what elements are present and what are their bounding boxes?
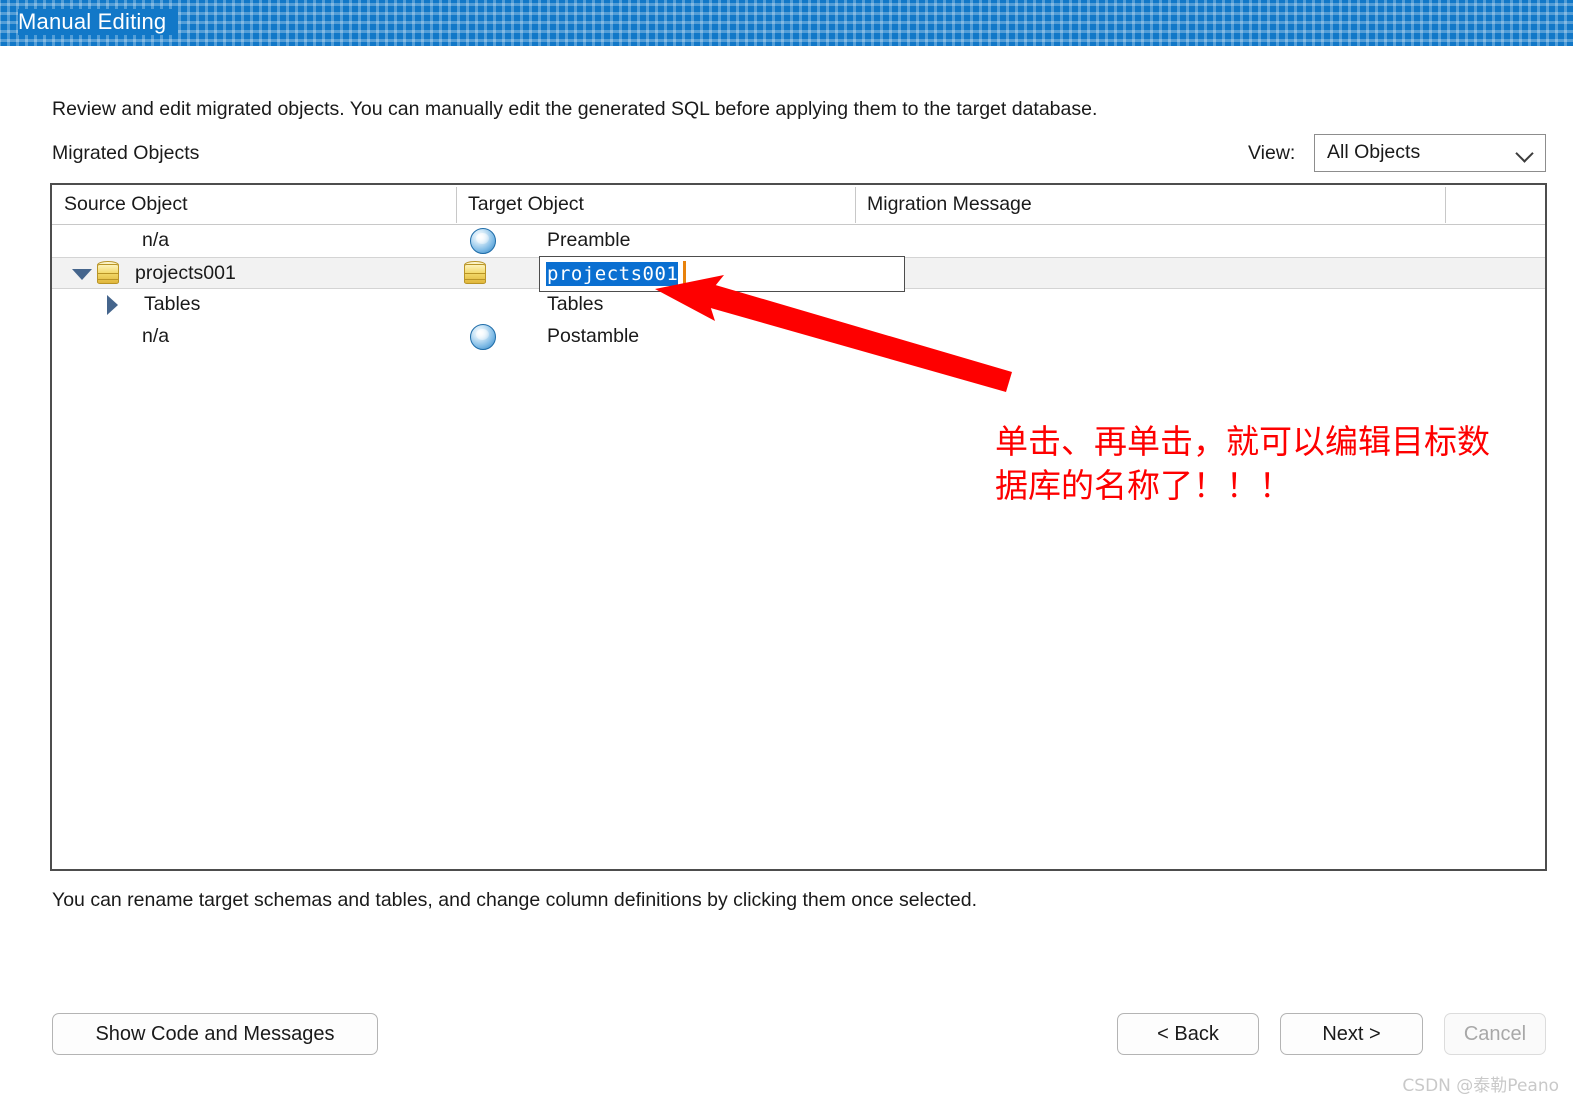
show-code-and-messages-button[interactable]: Show Code and Messages	[52, 1013, 378, 1055]
database-icon	[464, 261, 486, 287]
annotation-text-line2: 据库的名称了！！！	[995, 466, 1292, 505]
view-filter-value: All Objects	[1327, 141, 1421, 163]
column-divider-1[interactable]	[456, 187, 457, 223]
text-caret	[683, 261, 686, 287]
target-name-edit-value: projects001	[546, 262, 679, 286]
row-target-label: Postamble	[547, 325, 640, 347]
chevron-down-icon	[1517, 146, 1533, 162]
row-target-label: Preamble	[547, 229, 631, 251]
view-filter-select[interactable]: All Objects	[1314, 134, 1546, 172]
database-icon-band	[465, 279, 485, 280]
database-icon-barrel	[464, 264, 486, 284]
column-header-target-object[interactable]: Target Object	[468, 193, 584, 216]
view-filter-label: View:	[1248, 142, 1296, 164]
row-source-label: Tables	[144, 293, 201, 315]
database-icon-barrel	[97, 264, 119, 284]
target-name-edit-field[interactable]: projects001	[539, 256, 905, 292]
table-row[interactable]: projects001 projects001	[52, 256, 1545, 292]
chevron-down-icon[interactable]	[72, 269, 92, 280]
table-row[interactable]: n/a Postamble	[52, 321, 1545, 353]
sphere-icon	[470, 228, 496, 254]
window-title: Manual Editing	[18, 9, 179, 35]
row-source-label: n/a	[142, 325, 170, 347]
next-button[interactable]: Next >	[1280, 1013, 1423, 1055]
grid-rows: n/a Preamble projects001 projects001 Tab…	[52, 225, 1545, 869]
column-header-source-object[interactable]: Source Object	[64, 193, 188, 216]
database-icon	[97, 261, 119, 287]
table-row[interactable]: n/a Preamble	[52, 225, 1545, 257]
grid-header-row: Source Object Target Object Migration Me…	[52, 185, 1545, 225]
dialog-description: Review and edit migrated objects. You ca…	[52, 98, 1098, 120]
row-target-label: Tables	[547, 293, 604, 315]
column-divider-3[interactable]	[1445, 187, 1446, 223]
database-icon-band	[465, 273, 485, 274]
row-source-label: n/a	[142, 229, 170, 251]
column-divider-2[interactable]	[855, 187, 856, 223]
migrated-objects-grid[interactable]: Source Object Target Object Migration Me…	[50, 183, 1547, 871]
grid-hint-text: You can rename target schemas and tables…	[52, 889, 978, 911]
chevron-right-icon[interactable]	[107, 295, 118, 315]
annotation-text-line1: 单击、再单击，就可以编辑目标数	[995, 422, 1490, 461]
migrated-objects-label: Migrated Objects	[52, 142, 200, 164]
table-row[interactable]: Tables Tables	[52, 289, 1545, 321]
watermark: CSDN @泰勒Peano	[1402, 1076, 1559, 1096]
database-icon-band	[98, 273, 118, 274]
row-source-label: projects001	[135, 262, 236, 284]
dialog-body: Review and edit migrated objects. You ca…	[0, 46, 1573, 1102]
window-titlebar: Manual Editing	[0, 0, 1573, 46]
sphere-icon	[470, 324, 496, 350]
column-header-migration-message[interactable]: Migration Message	[867, 193, 1032, 216]
back-button[interactable]: < Back	[1117, 1013, 1259, 1055]
cancel-button[interactable]: Cancel	[1444, 1013, 1546, 1055]
database-icon-band	[98, 279, 118, 280]
annotation-text: 单击、再单击，就可以编辑目标数 据库的名称了！！！	[995, 420, 1543, 508]
